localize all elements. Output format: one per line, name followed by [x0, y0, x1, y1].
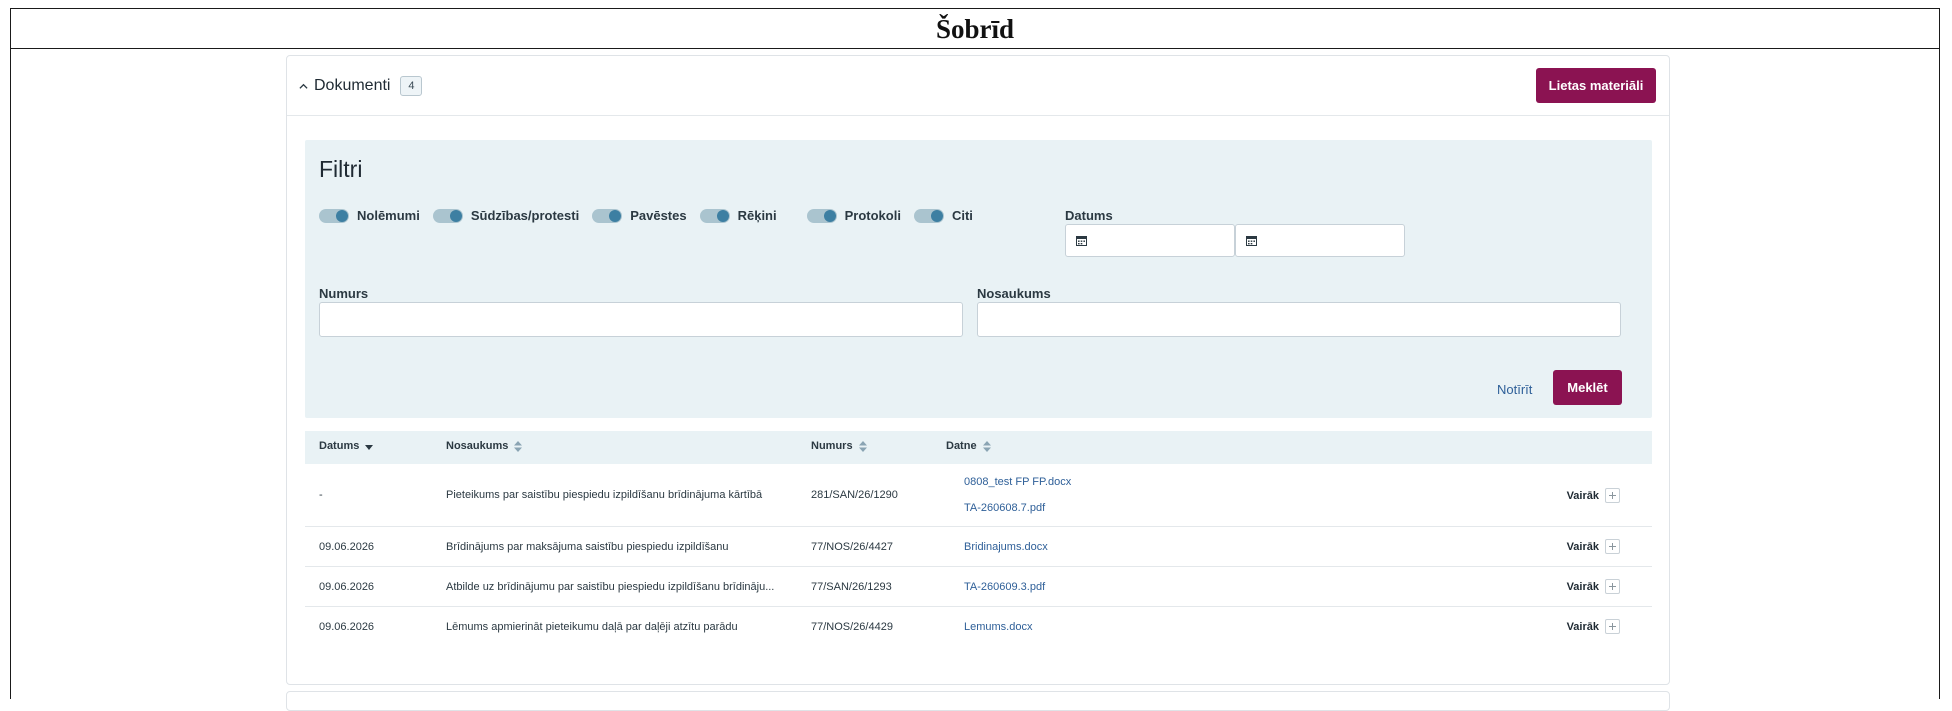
check-icon [449, 209, 462, 222]
plus-icon [1605, 539, 1620, 554]
toggle-citi[interactable]: Citi [913, 208, 973, 223]
documents-header: Dokumenti 4 Lietas materiāli [287, 56, 1669, 116]
toggle-switch[interactable] [592, 208, 623, 223]
more-button[interactable]: Vairāk [1567, 539, 1620, 554]
file-link[interactable]: Bridinajums.docx [964, 541, 1048, 553]
cell-number: 77/NOS/26/4427 [811, 541, 893, 553]
toggle-sudzibas[interactable]: Sūdzības/protesti [432, 208, 580, 223]
more-button[interactable]: Vairāk [1567, 579, 1620, 594]
documents-collapse-toggle[interactable]: Dokumenti 4 [299, 76, 423, 96]
documents-panel: Dokumenti 4 Lietas materiāli Filtri Nolē… [286, 55, 1670, 685]
calendar-icon [1076, 236, 1087, 246]
more-button[interactable]: Vairāk [1567, 488, 1620, 503]
toggle-rekini[interactable]: Rēķini [699, 208, 777, 223]
filter-toggles: Nolēmumi Sūdzības/protesti Pavēstes Rēķi… [319, 208, 986, 223]
sort-icon [982, 440, 991, 452]
cell-number: 77/SAN/26/1293 [811, 581, 892, 593]
toggle-label: Nolēmumi [357, 208, 420, 223]
search-button[interactable]: Meklēt [1553, 370, 1622, 405]
table-row: - Pieteikums par saistību piespiedu izpi… [305, 464, 1652, 527]
toggle-switch[interactable] [913, 208, 944, 223]
toggle-nolemumi[interactable]: Nolēmumi [319, 208, 420, 223]
file-link[interactable]: TA-260609.3.pdf [964, 581, 1045, 593]
toggle-switch[interactable] [699, 208, 730, 223]
clear-link[interactable]: Notīrīt [1497, 382, 1532, 397]
toggle-label: Rēķini [737, 208, 777, 223]
toggle-label: Pavēstes [630, 208, 687, 223]
name-label: Nosaukums [977, 286, 1051, 301]
cell-name: Atbilde uz brīdinājumu par saistību pies… [446, 581, 775, 593]
number-input[interactable] [319, 302, 963, 337]
plus-icon [1605, 488, 1620, 503]
date-from-input[interactable] [1065, 224, 1235, 257]
cell-name: Lēmums apmierināt pieteikumu daļā par da… [446, 621, 738, 633]
sort-icon [858, 440, 867, 452]
plus-icon [1605, 579, 1620, 594]
cell-number: 77/NOS/26/4429 [811, 621, 893, 633]
case-materials-button[interactable]: Lietas materiāli [1536, 68, 1656, 103]
chevron-up-icon [299, 83, 308, 89]
column-file[interactable]: Datne [946, 440, 991, 452]
table-header: Datums Nosaukums Numurs Datne [305, 431, 1652, 464]
cell-name: Brīdinājums par maksājuma saistību piesp… [446, 541, 729, 553]
cell-number: 281/SAN/26/1290 [811, 489, 898, 501]
sort-icon [514, 440, 523, 452]
sort-desc-icon [365, 444, 374, 450]
page-title: Šobrīd [11, 9, 1939, 49]
file-link[interactable]: TA-260608.7.pdf [964, 502, 1045, 514]
column-name[interactable]: Nosaukums [446, 440, 523, 452]
toggle-switch[interactable] [806, 208, 837, 223]
cell-date: - [319, 489, 323, 501]
check-icon [336, 209, 348, 222]
documents-title: Dokumenti [314, 77, 391, 94]
column-label: Datums [319, 440, 360, 452]
filters-section: Filtri Nolēmumi Sūdzības/protesti Pavēst… [305, 140, 1652, 418]
more-label: Vairāk [1566, 489, 1599, 502]
more-label: Vairāk [1566, 580, 1599, 593]
cell-date: 09.06.2026 [319, 541, 375, 553]
name-input[interactable] [977, 302, 1621, 337]
cell-name: Pieteikums par saistību piespiedu izpild… [446, 489, 763, 501]
cell-date: 09.06.2026 [319, 581, 375, 593]
table-row: 09.06.2026 Atbilde uz brīdinājumu par sa… [305, 567, 1652, 607]
check-icon [609, 209, 622, 222]
more-button[interactable]: Vairāk [1567, 619, 1620, 634]
column-label: Nosaukums [446, 440, 509, 452]
column-date[interactable]: Datums [319, 440, 374, 452]
documents-count-badge: 4 [400, 76, 423, 96]
column-number[interactable]: Numurs [811, 440, 867, 452]
column-label: Datne [946, 440, 977, 452]
toggle-label: Protokoli [844, 208, 901, 223]
toggle-label: Citi [951, 208, 973, 223]
toggle-pavestes[interactable]: Pavēstes [592, 208, 687, 223]
file-link[interactable]: 0808_test FP FP.docx [964, 476, 1071, 488]
more-label: Vairāk [1566, 620, 1599, 633]
date-label: Datums [1065, 208, 1113, 223]
file-link[interactable]: Lemums.docx [964, 621, 1032, 633]
check-icon [716, 209, 729, 222]
column-label: Numurs [811, 440, 853, 452]
filters-title: Filtri [319, 156, 363, 182]
date-to-input[interactable] [1235, 224, 1405, 257]
toggle-protokoli[interactable]: Protokoli [806, 208, 901, 223]
plus-icon [1605, 619, 1620, 634]
table-row: 09.06.2026 Brīdinājums par maksājuma sai… [305, 527, 1652, 567]
table-row: 09.06.2026 Lēmums apmierināt pieteikumu … [305, 607, 1652, 647]
next-panel-edge [286, 691, 1670, 711]
check-icon [823, 209, 836, 222]
toggle-switch[interactable] [319, 208, 349, 223]
more-label: Vairāk [1566, 540, 1599, 553]
calendar-icon [1246, 236, 1257, 246]
check-icon [930, 209, 943, 222]
toggle-switch[interactable] [432, 208, 463, 223]
toggle-label: Sūdzības/protesti [470, 208, 580, 223]
cell-date: 09.06.2026 [319, 621, 375, 633]
number-label: Numurs [319, 286, 369, 301]
